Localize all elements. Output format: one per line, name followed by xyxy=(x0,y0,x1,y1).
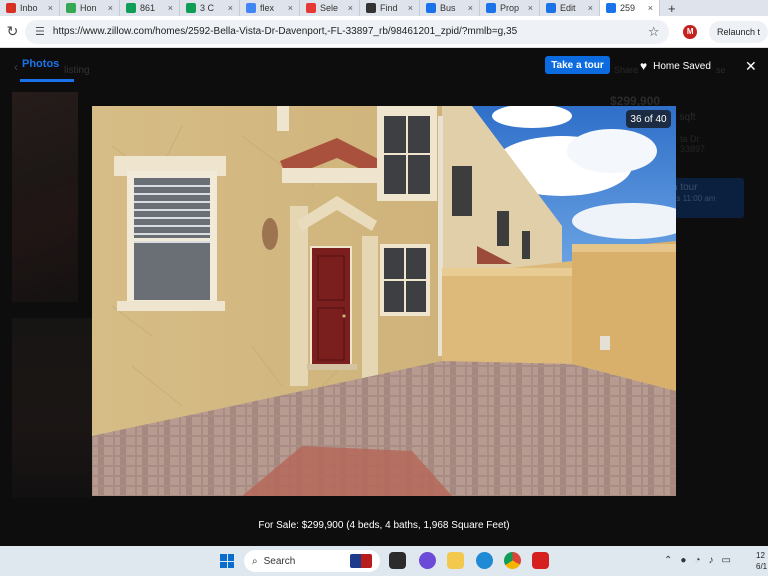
tab-label: 3 C xyxy=(200,3,215,13)
tab-favicon-icon xyxy=(606,3,616,13)
tab-photos[interactable]: Photos xyxy=(22,58,59,70)
browser-toolbar: ↻ ☰ https://www.zillow.com/homes/2592-Be… xyxy=(0,16,768,48)
background-hide: se xyxy=(716,65,726,75)
system-tray: ⌃ ● ◔ ♪ ▭ xyxy=(664,555,731,566)
tab-label: Bus xyxy=(440,3,456,13)
browser-tab[interactable]: 861 × xyxy=(120,0,180,16)
home-saved-button[interactable]: ♥ Home Saved xyxy=(640,58,711,74)
tab-favicon-icon xyxy=(546,3,556,13)
tab-close-icon[interactable]: × xyxy=(468,3,473,13)
browser-tab[interactable]: Sele × xyxy=(300,0,360,16)
search-highlight-icon xyxy=(350,554,372,568)
background-share: Share xyxy=(614,65,639,75)
browser-tab[interactable]: Bus × xyxy=(420,0,480,16)
app-tray-icon[interactable]: ● xyxy=(680,555,686,566)
tab-close-icon[interactable]: × xyxy=(108,3,113,13)
photo-caption: For Sale: $299,900 (4 beds, 4 baths, 1,9… xyxy=(258,520,510,531)
teams-icon[interactable] xyxy=(419,552,436,569)
heart-icon: ♥ xyxy=(640,59,648,73)
tab-label: Inbo xyxy=(20,3,38,13)
courtyard-photo-illustration xyxy=(92,106,676,496)
close-icon[interactable]: ✕ xyxy=(745,58,757,75)
taskbar-clock[interactable]: 12 6/1 xyxy=(756,550,767,572)
url-text[interactable]: https://www.zillow.com/homes/2592-Bella-… xyxy=(53,26,640,37)
tab-favicon-icon xyxy=(306,3,316,13)
tab-label: Hon xyxy=(80,3,97,13)
tab-close-icon[interactable]: × xyxy=(528,3,533,13)
chrome-icon[interactable] xyxy=(504,552,521,569)
tab-photos-underline xyxy=(20,79,74,82)
chevron-up-icon[interactable]: ⌃ xyxy=(664,555,672,566)
browser-tab[interactable]: flex × xyxy=(240,0,300,16)
tab-label: Edit xyxy=(560,3,576,13)
edge-icon[interactable] xyxy=(476,552,493,569)
tab-favicon-icon xyxy=(126,3,136,13)
file-explorer-icon[interactable] xyxy=(447,552,464,569)
battery-icon[interactable]: ▭ xyxy=(721,555,730,566)
browser-tab-strip: Inbo × Hon × 861 × 3 C × flex × Sele × Find × Bus × Prop… xyxy=(0,0,768,16)
tab-close-icon[interactable]: × xyxy=(48,3,53,13)
tab-favicon-icon xyxy=(366,3,376,13)
volume-icon[interactable]: ♪ xyxy=(708,555,713,566)
bookmark-star-icon[interactable]: ☆ xyxy=(648,24,660,40)
tab-label: 259 xyxy=(620,3,636,13)
photo-counter: 36 of 40 xyxy=(626,110,671,128)
taskbar-search-placeholder: Search xyxy=(263,555,296,567)
taskbar-search[interactable]: ⌕ Search xyxy=(244,550,380,572)
wifi-icon[interactable]: ◔ xyxy=(694,555,700,566)
tab-close-icon[interactable]: × xyxy=(168,3,173,13)
browser-tab[interactable]: Hon × xyxy=(60,0,120,16)
tab-close-icon[interactable]: × xyxy=(228,3,233,13)
background-thumbnail xyxy=(12,318,92,498)
relaunch-button[interactable]: Relaunch t xyxy=(708,20,768,43)
tab-favicon-icon xyxy=(186,3,196,13)
app-icon[interactable] xyxy=(532,552,549,569)
browser-tab[interactable]: Prop × xyxy=(480,0,540,16)
browser-tab[interactable]: 259 × xyxy=(600,0,660,16)
windows-start-icon[interactable] xyxy=(220,554,234,568)
tab-favicon-icon xyxy=(66,3,76,13)
browser-tab[interactable]: 3 C × xyxy=(180,0,240,16)
browser-tab[interactable]: Find × xyxy=(360,0,420,16)
windows-taskbar: ⌕ Search ⌃ ● ◔ ♪ ▭ 12 6/1 xyxy=(0,546,768,576)
tab-close-icon[interactable]: × xyxy=(588,3,593,13)
tab-close-icon[interactable]: × xyxy=(348,3,353,13)
tab-label: Prop xyxy=(500,3,520,13)
new-tab-icon[interactable]: + xyxy=(660,1,684,16)
take-tour-button[interactable]: Take a tour xyxy=(545,56,610,74)
background-address: ta Dr 33897 xyxy=(680,134,706,154)
tab-close-icon[interactable]: × xyxy=(648,3,653,13)
tab-label: Sele xyxy=(320,3,339,13)
viewer-header: ‹ Photos listing Take a tour Share ♥ Hom… xyxy=(0,48,768,84)
tab-label: Find xyxy=(380,3,398,13)
tab-label: flex xyxy=(260,3,275,13)
back-arrow-icon[interactable]: ‹ xyxy=(14,60,18,74)
listing-photo[interactable] xyxy=(92,106,676,496)
home-saved-label: Home Saved xyxy=(653,60,711,72)
address-bar[interactable]: ☰ https://www.zillow.com/homes/2592-Bell… xyxy=(25,19,670,44)
reload-icon[interactable]: ↻ xyxy=(0,23,25,40)
background-listing-link: listing xyxy=(64,65,90,76)
site-info-icon[interactable]: ☰ xyxy=(35,25,45,38)
tab-close-icon[interactable]: × xyxy=(288,3,293,13)
search-icon: ⌕ xyxy=(252,555,258,567)
tab-favicon-icon xyxy=(246,3,256,13)
tab-favicon-icon xyxy=(6,3,16,13)
tab-favicon-icon xyxy=(426,3,436,13)
browser-tab[interactable]: Inbo × xyxy=(0,0,60,16)
profile-avatar[interactable]: M xyxy=(683,24,697,39)
background-thumbnail xyxy=(12,92,78,302)
task-view-icon[interactable] xyxy=(389,552,406,569)
tab-close-icon[interactable]: × xyxy=(408,3,413,13)
browser-tab[interactable]: Edit × xyxy=(540,0,600,16)
background-tour-card: a tour as 11:00 am xyxy=(664,178,744,218)
zillow-photo-viewer: $299,900 968 sqft ta Dr 33897 a tour as 11… xyxy=(0,48,768,546)
tab-favicon-icon xyxy=(486,3,496,13)
tab-label: 861 xyxy=(140,3,156,13)
